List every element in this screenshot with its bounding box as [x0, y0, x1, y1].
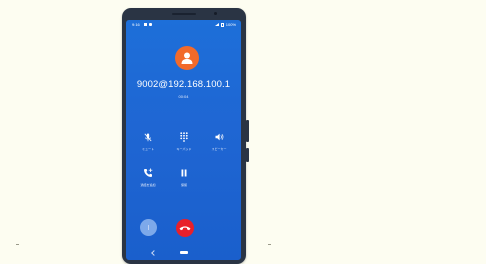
screenshot-stage: 9:16 100% 9002@192.168.100.1 00:04 ミュート …: [0, 0, 486, 264]
add-call-icon: [144, 168, 153, 177]
in-call-screen: 9:16 100% 9002@192.168.100.1 00:04 ミュート …: [126, 20, 241, 260]
speaker-label: スピーカー: [211, 147, 227, 151]
signal-icon: [214, 23, 219, 26]
caller-number: 9002@192.168.100.1: [136, 79, 231, 90]
speaker-icon: [215, 133, 223, 141]
nav-back-button[interactable]: [151, 250, 157, 256]
add-call-button[interactable]: 通話を追加: [136, 168, 160, 187]
volume-button: [246, 120, 249, 142]
call-options-button[interactable]: [140, 219, 157, 236]
page-marker: [268, 244, 271, 245]
end-call-button[interactable]: [176, 219, 194, 237]
call-timer: 00:04: [178, 94, 189, 99]
status-bar: 9:16 100%: [126, 20, 241, 29]
earpiece-speaker: [172, 13, 196, 15]
person-icon: [181, 52, 193, 64]
battery-icon: [220, 22, 224, 27]
mute-label: ミュート: [141, 147, 154, 151]
hold-label: 保留: [180, 183, 187, 187]
hold-button[interactable]: 保留: [172, 168, 196, 187]
mute-button[interactable]: ミュート: [136, 132, 160, 151]
notification-icon: [144, 23, 147, 26]
phone-icon: [149, 23, 152, 26]
keypad-label: キーパッド: [176, 147, 192, 151]
pause-icon: [181, 169, 187, 177]
phone-device: 9:16 100% 9002@192.168.100.1 00:04 ミュート …: [122, 8, 249, 264]
keypad-button[interactable]: キーパッド: [172, 132, 196, 151]
page-marker: [16, 244, 19, 245]
status-right: 100%: [214, 20, 236, 29]
battery-text: 100%: [225, 22, 236, 27]
add-call-label: 通話を追加: [140, 183, 156, 187]
dialpad-icon: [180, 132, 188, 142]
notification-icons: [144, 23, 152, 26]
nav-home-button[interactable]: [180, 251, 188, 254]
power-button: [246, 148, 249, 162]
hangup-icon: [179, 226, 191, 231]
front-camera: [214, 12, 217, 15]
caller-avatar: [175, 46, 199, 70]
mic-off-icon: [144, 133, 152, 141]
speaker-button[interactable]: スピーカー: [207, 132, 231, 151]
status-time: 9:16: [132, 22, 140, 27]
info-icon: [148, 225, 149, 230]
